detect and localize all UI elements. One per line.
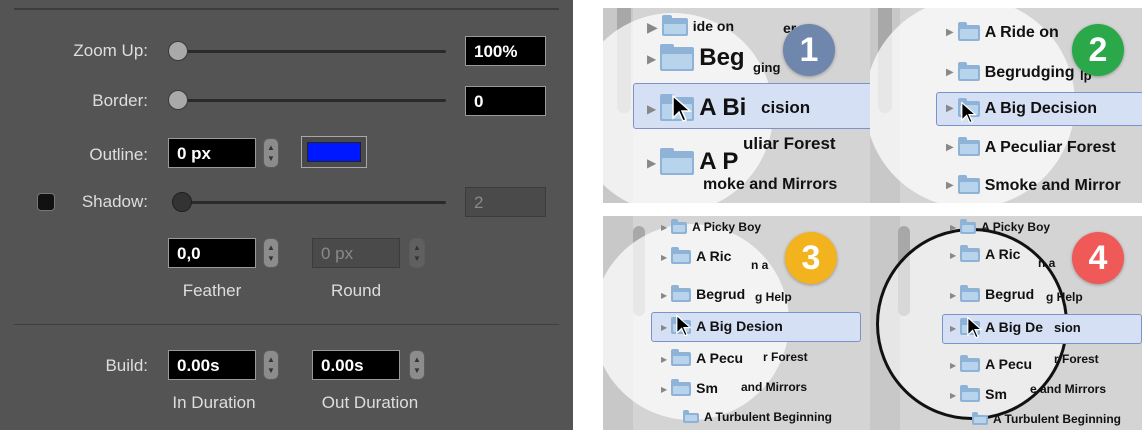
in-duration-stepper[interactable]: ▲ ▼ [263,350,279,380]
slider-track [172,201,446,204]
list-item-text: g Help [1046,290,1083,304]
outline-label: Outline: [89,145,148,164]
list-item-text: n a [751,258,769,272]
step-1-badge: 1 [783,24,835,76]
out-duration-stepper[interactable]: ▲ ▼ [409,350,425,380]
list-item[interactable]: ▶ A Ric [661,247,731,265]
list-item[interactable]: ▶ A Ride on [946,21,1059,42]
list-item[interactable]: ▶ Begrud [950,285,1034,303]
zoom-up-label: Zoom Up: [73,41,148,60]
list-item[interactable]: ▶ A Pecu [950,355,1032,373]
outline-width-field[interactable]: 0 px [168,138,256,168]
list-item-selected[interactable]: ▶ A Bi [647,93,746,122]
list-item[interactable]: ▶ A Picky Boy [950,218,1050,234]
list-item[interactable]: ▶ Sm [661,379,718,397]
out-duration-label: Out Duration [321,393,419,412]
round-field[interactable]: 0 px [312,238,400,268]
outline-color-swatch [307,142,361,162]
border-slider[interactable] [168,90,446,110]
arrow-cursor-icon [967,316,983,339]
list-item[interactable]: ▶ Sm [950,385,1007,403]
list-item-text: g Help [755,290,792,304]
list-item-text: and Mirrors [741,380,808,394]
panel-divider [14,324,559,325]
outline-width-stepper[interactable]: ▲ ▼ [263,138,279,168]
list-item[interactable]: ▶ A Picky Boy [661,218,761,234]
list-item-text: ging [753,60,781,75]
zoom-up-field[interactable]: 100% [465,36,546,66]
build-label: Build: [105,356,148,375]
list-item[interactable]: ▶ ide on [647,15,734,37]
list-item-text: e and Mirrors [1030,382,1107,396]
list-item[interactable]: ▶ Beg [647,43,745,72]
step-4-tile: ▶ A Picky Boy ▶ A Ric n a ▶ Begrud g Help ▶… [870,216,1142,430]
border-field[interactable]: 0 [465,86,546,116]
step-1-tile: ▶ ide on er ▶ Beg ging ▶ A Bi cision ▶ A P u… [603,8,875,203]
list-item-text: n a [1038,256,1056,270]
step-3-badge: 3 [785,232,837,284]
shadow-field[interactable]: 2 [465,187,546,217]
list-item-text: sion [1054,320,1081,335]
arrow-cursor-icon [961,101,977,124]
step-2-badge: 2 [1072,24,1124,76]
list-item-text: moke and Mirrors [703,176,838,193]
list-item[interactable]: ▶ A Peculiar Forest [946,136,1116,157]
list-item-selected[interactable]: ▶ A Big De [950,318,1043,336]
panel-top-divider [14,8,559,10]
list-item[interactable]: ▶ A Pecu [661,349,743,367]
zoom-up-slider[interactable] [168,41,446,61]
list-item[interactable]: ▶ A Ric [950,245,1020,263]
slider-knob[interactable] [168,41,188,61]
shadow-slider[interactable] [172,192,446,212]
arrow-cursor-icon [672,94,692,122]
feather-label: Feather [182,281,242,300]
in-duration-field[interactable]: 0.00s [168,350,256,380]
step-4-badge: 4 [1072,232,1124,284]
feather-stepper[interactable]: ▲ ▼ [263,238,279,268]
list-item[interactable]: ▶ A P [647,147,738,176]
list-item[interactable]: A Turbulent Beginning [683,409,832,424]
outline-color-well[interactable] [301,136,367,168]
list-item-text: r Forest [1054,352,1099,366]
feather-field[interactable]: 0,0 [168,238,256,268]
step-2-tile: ▶ A Ride on ▶ Begrudging lp ▶ A Big Decisio… [870,8,1142,203]
list-item[interactable]: ▶ Smoke and Mirror [946,174,1121,195]
in-duration-label: In Duration [172,393,256,412]
slider-track [168,50,446,53]
zoom-settings-panel: Zoom Up: 100% Border: 0 Outline: 0 px ▲ ▼… [0,0,573,430]
step-3-tile: ▶ A Picky Boy ▶ A Ric n a ▶ Begrud g Help ▶… [603,216,875,430]
list-item-text: uliar Forest [743,134,836,153]
round-label: Round [330,281,382,300]
list-item[interactable]: ▶ Begrudging [946,61,1074,82]
list-item[interactable]: ▶ Begrud [661,285,745,303]
list-item[interactable]: A Turbulent Beginning [972,411,1121,426]
shadow-label: Shadow: [81,192,148,211]
out-duration-field[interactable]: 0.00s [312,350,400,380]
list-item-text: cision [761,98,811,117]
border-label: Border: [92,91,148,110]
arrow-cursor-icon [676,314,692,337]
slider-knob[interactable] [168,90,188,110]
list-item-text: r Forest [763,350,808,364]
round-stepper[interactable]: ▲ ▼ [409,238,425,268]
slider-knob[interactable] [172,192,192,212]
slider-track [168,99,446,102]
